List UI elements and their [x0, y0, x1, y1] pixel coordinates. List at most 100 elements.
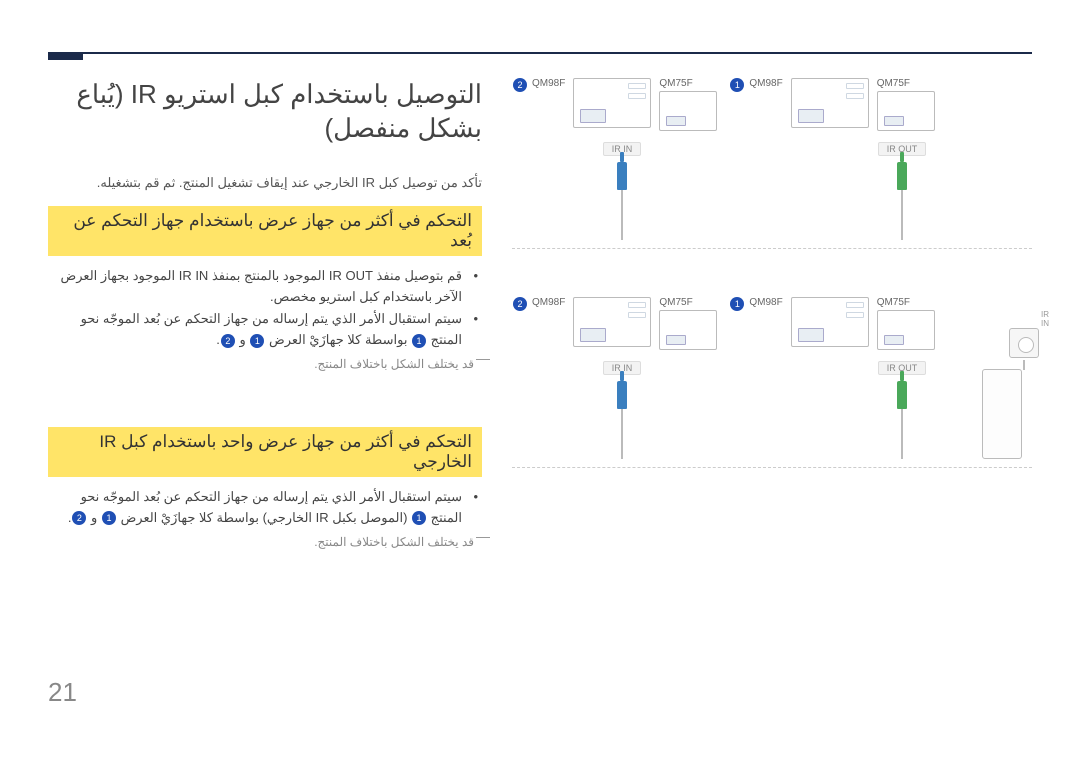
port-area	[798, 109, 824, 123]
cable-line	[512, 467, 1032, 468]
jack-row	[822, 162, 982, 240]
list-item-text: .	[216, 332, 220, 347]
port-area	[580, 109, 606, 123]
port-label-row: IR IN IR OUT	[542, 139, 1032, 240]
panel-small-wrap: QM75F	[877, 297, 935, 350]
panel-set-1: 1 QM98F QM75F	[729, 78, 934, 131]
list-item-text: (الموصل بكبل IR الخارجي) بواسطة كلا جهاز…	[117, 510, 407, 525]
badge-one: 1	[412, 334, 426, 348]
model-label: QM98F	[749, 78, 782, 89]
panel-rib	[846, 312, 864, 318]
jack-row	[542, 162, 702, 240]
section2-heading: التحكم في أكثر من جهاز عرض واحد باستخدام…	[48, 427, 482, 477]
badge-two: 2	[221, 334, 235, 348]
jack-blue	[612, 162, 632, 240]
list-item-text: و	[236, 332, 246, 347]
set-label: 2 QM98F	[512, 78, 565, 92]
port-area	[666, 116, 686, 126]
panel-rib	[628, 302, 646, 308]
model-label: QM75F	[877, 78, 935, 89]
port-zone-in: IR IN	[542, 358, 702, 459]
jack-plug-icon	[617, 381, 627, 409]
badge-one: 1	[250, 334, 264, 348]
display-panel	[573, 297, 651, 347]
jack-green	[892, 162, 912, 240]
jack-wire	[621, 409, 623, 459]
port-area	[580, 328, 606, 342]
list-item: قم بتوصيل منفذ IR OUT الموجود بالمنتج بم…	[48, 266, 462, 308]
diagram-2: 2 QM98F QM75F	[512, 297, 1032, 468]
diagram-1: 2 QM98F QM75F	[512, 78, 1032, 249]
port-area	[884, 116, 904, 126]
section1-heading: التحكم في أكثر من جهاز عرض باستخدام جهاز…	[48, 206, 482, 256]
diagram-column: 2 QM98F QM75F	[512, 78, 1032, 571]
display-panel	[791, 297, 869, 347]
ir-receiver-icon	[1009, 328, 1039, 358]
badge-one: 1	[730, 297, 744, 311]
jack-row	[542, 381, 702, 459]
section1-list: قم بتوصيل منفذ IR OUT الموجود بالمنتج بم…	[48, 266, 482, 351]
jack-plug-icon	[897, 162, 907, 190]
display-panel	[659, 310, 717, 350]
panel-rib	[628, 83, 646, 89]
diagram2-left: 2 QM98F QM75F	[512, 297, 982, 459]
panel-row: 2 QM98F QM75F	[512, 297, 982, 350]
panel-rib	[628, 312, 646, 318]
badge-one: 1	[730, 78, 744, 92]
jack-plug-icon	[617, 162, 627, 190]
panel-row: 2 QM98F QM75F	[512, 78, 1032, 131]
panel-small-wrap: QM75F	[659, 297, 717, 350]
text-column: التوصيل باستخدام كبل استريو IR (يُباع بش…	[48, 78, 482, 571]
badge-one: 1	[412, 511, 426, 525]
list-item: سيتم استقبال الأمر الذي يتم إرساله من جه…	[48, 309, 462, 351]
port-zone-out: IR OUT	[822, 139, 982, 240]
model-label: QM98F	[532, 78, 565, 89]
panel-rib	[628, 93, 646, 99]
display-panel	[877, 310, 935, 350]
intro-note: تأكد من توصيل كبل IR الخارجي عند إيقاف ت…	[48, 174, 482, 192]
panel-small-wrap: QM75F	[877, 78, 935, 131]
diagram2-row: 2 QM98F QM75F	[512, 297, 1032, 459]
list-item-text: و	[87, 510, 97, 525]
page-title: التوصيل باستخدام كبل استريو IR (يُباع بش…	[48, 78, 482, 146]
spacer	[48, 393, 482, 427]
port-zone-in: IR IN	[542, 139, 702, 240]
model-label: QM98F	[749, 297, 782, 308]
model-label: QM75F	[877, 297, 935, 308]
model-label: QM98F	[532, 297, 565, 308]
display-panel	[877, 91, 935, 131]
badge-two: 2	[513, 78, 527, 92]
port-area	[798, 328, 824, 342]
port-area	[666, 335, 686, 345]
panel-set-1: 1 QM98F QM75F	[729, 297, 934, 350]
panel-rib	[846, 83, 864, 89]
jack-row	[822, 381, 982, 459]
port-area	[884, 335, 904, 345]
jack-wire	[901, 190, 903, 240]
panel-set-2: 2 QM98F QM75F	[512, 297, 717, 350]
set-label: 1 QM98F	[729, 78, 782, 92]
panel-small-wrap: QM75F	[659, 78, 717, 131]
model-label: QM75F	[659, 78, 717, 89]
display-panel	[659, 91, 717, 131]
page-number: 21	[48, 677, 77, 708]
jack-wire	[901, 409, 903, 459]
top-rule	[48, 52, 1032, 54]
cable-line	[512, 248, 1032, 249]
section1-footnote: قد يختلف الشكل باختلاف المنتج.	[48, 357, 482, 371]
jack-blue	[612, 381, 632, 459]
external-ir-box: IR IN	[982, 369, 1022, 459]
section2-footnote: قد يختلف الشكل باختلاف المنتج.	[48, 535, 482, 549]
list-item-text: .	[68, 510, 72, 525]
badge-one: 1	[102, 511, 116, 525]
badge-two: 2	[72, 511, 86, 525]
header-accent	[48, 52, 83, 60]
panel-rib	[846, 302, 864, 308]
ext-wire	[1023, 360, 1025, 370]
model-label: QM75F	[659, 297, 717, 308]
set-label: 1 QM98F	[729, 297, 782, 311]
ir-in-small-label: IR IN	[1041, 310, 1049, 328]
jack-plug-icon	[897, 381, 907, 409]
set-label: 2 QM98F	[512, 297, 565, 311]
display-panel	[573, 78, 651, 128]
